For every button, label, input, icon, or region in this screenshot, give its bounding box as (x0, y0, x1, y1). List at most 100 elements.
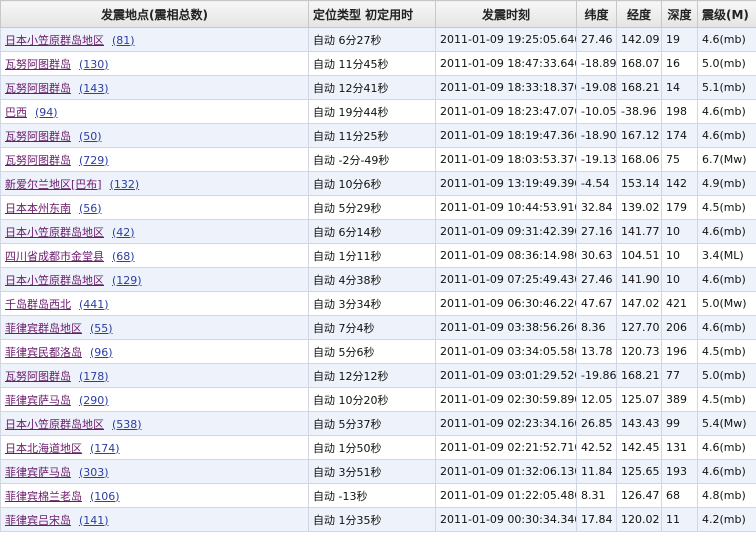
type-time-cell: 自动 10分6秒 (308, 171, 436, 196)
phase-count-link[interactable]: (132) (110, 178, 140, 191)
location-cell: 菲律宾民都洛岛 (96) (0, 339, 309, 364)
phase-count-link[interactable]: (538) (112, 418, 142, 431)
phase-count-link[interactable]: (96) (90, 346, 113, 359)
location-link[interactable]: 菲律宾群岛地区 (5, 322, 82, 335)
magnitude-cell: 4.5(mb) (697, 195, 756, 220)
location-link[interactable]: 日本小笠原群岛地区 (5, 274, 104, 287)
table-row: 日本小笠原群岛地区 (538) 自动 5分37秒 2011-01-09 02:23:3… (0, 411, 756, 436)
table-row: 日本北海道地区 (174) 自动 1分50秒 2011-01-09 02:21:52.… (0, 435, 756, 460)
phase-count-link[interactable]: (290) (79, 394, 109, 407)
location-cell: 菲律宾萨马岛 (290) (0, 387, 309, 412)
latitude-cell: -4.54 (576, 171, 617, 196)
origin-time-cell: 2011-01-09 06:30:46.220 (435, 291, 577, 316)
location-cell: 日本小笠原群岛地区 (81) (0, 27, 309, 52)
location-link[interactable]: 菲律宾吕宋岛 (5, 514, 71, 527)
table-row: 瓦努阿图群岛 (178) 自动 12分12秒 2011-01-09 03:01:29.… (0, 363, 756, 388)
header-longitude: 经度 (616, 0, 662, 28)
location-cell: 四川省成都市金堂县 (68) (0, 243, 309, 268)
longitude-cell: 168.07 (616, 51, 662, 76)
table-row: 瓦努阿图群岛 (50) 自动 11分25秒 2011-01-09 18:19:47.3… (0, 123, 756, 148)
depth-cell: 77 (661, 363, 698, 388)
location-link[interactable]: 巴西 (5, 106, 27, 119)
depth-cell: 142 (661, 171, 698, 196)
location-link[interactable]: 千岛群岛西北 (5, 298, 71, 311)
phase-count-link[interactable]: (143) (79, 82, 109, 95)
location-cell: 巴西 (94) (0, 99, 309, 124)
longitude-cell: 142.45 (616, 435, 662, 460)
location-link[interactable]: 菲律宾萨马岛 (5, 394, 71, 407)
latitude-cell: 26.85 (576, 411, 617, 436)
location-link[interactable]: 日本小笠原群岛地区 (5, 226, 104, 239)
phase-count-link[interactable]: (141) (79, 514, 109, 527)
origin-time-cell: 2011-01-09 10:44:53.910 (435, 195, 577, 220)
phase-count-link[interactable]: (129) (112, 274, 142, 287)
location-link[interactable]: 日本小笠原群岛地区 (5, 418, 104, 431)
location-link[interactable]: 菲律宾棉兰老岛 (5, 490, 82, 503)
location-link[interactable]: 新爱尔兰地区[巴布] (5, 178, 102, 191)
location-cell: 菲律宾吕宋岛 (141) (0, 507, 309, 532)
longitude-cell: 168.21 (616, 75, 662, 100)
magnitude-cell: 4.6(mb) (697, 123, 756, 148)
longitude-cell: -38.96 (616, 99, 662, 124)
location-link[interactable]: 菲律宾萨马岛 (5, 466, 71, 479)
latitude-cell: 13.78 (576, 339, 617, 364)
phase-count-link[interactable]: (441) (79, 298, 109, 311)
type-time-cell: 自动 6分27秒 (308, 27, 436, 52)
location-link[interactable]: 瓦努阿图群岛 (5, 154, 71, 167)
phase-count-link[interactable]: (42) (112, 226, 135, 239)
magnitude-cell: 4.6(mb) (697, 267, 756, 292)
latitude-cell: 27.16 (576, 219, 617, 244)
header-type-time: 定位类型 初定用时 (308, 0, 436, 28)
origin-time-cell: 2011-01-09 02:30:59.890 (435, 387, 577, 412)
longitude-cell: 139.02 (616, 195, 662, 220)
phase-count-link[interactable]: (174) (90, 442, 120, 455)
phase-count-link[interactable]: (55) (90, 322, 113, 335)
latitude-cell: -10.05 (576, 99, 617, 124)
location-link[interactable]: 瓦努阿图群岛 (5, 58, 71, 71)
location-cell: 瓦努阿图群岛 (50) (0, 123, 309, 148)
origin-time-cell: 2011-01-09 02:21:52.710 (435, 435, 577, 460)
phase-count-link[interactable]: (106) (90, 490, 120, 503)
latitude-cell: 32.84 (576, 195, 617, 220)
magnitude-cell: 4.6(mb) (697, 435, 756, 460)
type-time-cell: 自动 5分29秒 (308, 195, 436, 220)
location-link[interactable]: 日本本州东南 (5, 202, 71, 215)
location-link[interactable]: 日本北海道地区 (5, 442, 82, 455)
location-link[interactable]: 日本小笠原群岛地区 (5, 34, 104, 47)
location-cell: 瓦努阿图群岛 (729) (0, 147, 309, 172)
latitude-cell: 11.84 (576, 459, 617, 484)
longitude-cell: 127.70 (616, 315, 662, 340)
depth-cell: 75 (661, 147, 698, 172)
phase-count-link[interactable]: (303) (79, 466, 109, 479)
origin-time-cell: 2011-01-09 18:47:33.640 (435, 51, 577, 76)
latitude-cell: -19.13 (576, 147, 617, 172)
location-link[interactable]: 瓦努阿图群岛 (5, 130, 71, 143)
phase-count-link[interactable]: (729) (79, 154, 109, 167)
location-link[interactable]: 瓦努阿图群岛 (5, 82, 71, 95)
location-cell: 菲律宾棉兰老岛 (106) (0, 483, 309, 508)
phase-count-link[interactable]: (178) (79, 370, 109, 383)
type-time-cell: 自动 11分25秒 (308, 123, 436, 148)
phase-count-link[interactable]: (50) (79, 130, 102, 143)
origin-time-cell: 2011-01-09 02:23:34.160 (435, 411, 577, 436)
phase-count-link[interactable]: (68) (112, 250, 135, 263)
latitude-cell: -19.08 (576, 75, 617, 100)
origin-time-cell: 2011-01-09 01:32:06.130 (435, 459, 577, 484)
type-time-cell: 自动 12分12秒 (308, 363, 436, 388)
origin-time-cell: 2011-01-09 19:25:05.640 (435, 27, 577, 52)
phase-count-link[interactable]: (130) (79, 58, 109, 71)
magnitude-cell: 4.6(mb) (697, 459, 756, 484)
longitude-cell: 153.14 (616, 171, 662, 196)
type-time-cell: 自动 12分41秒 (308, 75, 436, 100)
phase-count-link[interactable]: (94) (35, 106, 58, 119)
magnitude-cell: 5.0(Mw) (697, 291, 756, 316)
header-depth: 深度 (661, 0, 698, 28)
location-link[interactable]: 瓦努阿图群岛 (5, 370, 71, 383)
phase-count-link[interactable]: (56) (79, 202, 102, 215)
phase-count-link[interactable]: (81) (112, 34, 135, 47)
location-link[interactable]: 菲律宾民都洛岛 (5, 346, 82, 359)
magnitude-cell: 4.6(mb) (697, 315, 756, 340)
table-row: 四川省成都市金堂县 (68) 自动 1分11秒 2011-01-09 08:36:14… (0, 243, 756, 268)
longitude-cell: 141.77 (616, 219, 662, 244)
location-link[interactable]: 四川省成都市金堂县 (5, 250, 104, 263)
